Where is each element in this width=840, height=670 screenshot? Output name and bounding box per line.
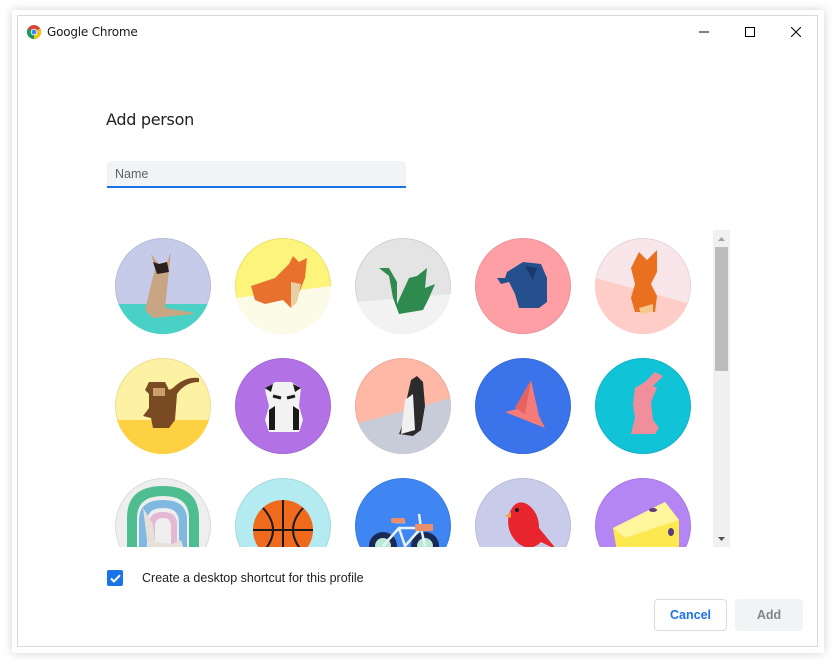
name-input[interactable] (107, 161, 406, 188)
chrome-logo-icon (27, 25, 41, 39)
desktop-shortcut-checkbox[interactable] (107, 570, 123, 586)
dialog-heading: Add person (106, 110, 194, 129)
avatar-grid (115, 238, 691, 547)
illustration-bicycle-icon (369, 513, 439, 547)
arrow-up-icon (718, 236, 725, 241)
maximize-button[interactable] (727, 16, 773, 48)
illustration-cardinal-icon (505, 502, 555, 547)
avatar-origami-fox[interactable] (595, 238, 691, 334)
origami-penguin-icon (355, 376, 451, 454)
checkmark-icon (109, 574, 121, 583)
avatar-illustration-cardinal[interactable] (475, 478, 571, 547)
illustration-cheese-icon (613, 502, 679, 547)
origami-corgi-icon (235, 256, 331, 334)
close-icon (791, 27, 801, 37)
arrow-down-icon (718, 536, 725, 541)
origami-monkey-icon (115, 377, 211, 454)
chrome-add-person-window: Google Chrome Add person Name Create a d… (17, 15, 818, 647)
desktop-shortcut-label: Create a desktop shortcut for this profi… (142, 571, 364, 585)
origami-panda-icon (265, 382, 303, 432)
avatar-origami-unicorn[interactable] (115, 478, 211, 547)
avatar-origami-corgi[interactable] (235, 238, 331, 334)
origami-dragon-icon (355, 268, 451, 334)
avatar-grid-container (106, 230, 730, 547)
avatar-origami-rabbit[interactable] (595, 358, 691, 454)
origami-elephant-icon (497, 262, 547, 308)
avatar-illustration-bicycle[interactable] (355, 478, 451, 547)
minimize-button[interactable] (681, 16, 727, 48)
avatar-origami-cat[interactable] (115, 238, 211, 334)
scroll-up-button[interactable] (713, 230, 730, 247)
add-button[interactable]: Add (735, 599, 803, 631)
avatar-origami-monkey[interactable] (115, 358, 211, 454)
title-bar[interactable]: Google Chrome (18, 16, 817, 48)
cancel-button[interactable]: Cancel (654, 599, 727, 631)
origami-rabbit-icon (631, 372, 663, 434)
avatar-origami-dragon[interactable] (355, 238, 451, 334)
avatar-illustration-basketball[interactable] (235, 478, 331, 547)
window-title: Google Chrome (47, 25, 138, 39)
avatar-origami-panda[interactable] (235, 358, 331, 454)
maximize-icon (745, 27, 755, 37)
avatar-origami-penguin[interactable] (355, 358, 451, 454)
origami-cat-icon (115, 252, 211, 334)
scrollbar-thumb[interactable] (715, 247, 728, 371)
avatar-origami-butterfly[interactable] (475, 358, 571, 454)
origami-butterfly-icon (505, 380, 545, 428)
minimize-icon (699, 31, 709, 33)
illustration-basketball-icon (253, 500, 313, 547)
avatar-illustration-cheese[interactable] (595, 478, 691, 547)
origami-fox-icon (595, 250, 691, 334)
avatar-scrollbar[interactable] (713, 230, 730, 547)
close-button[interactable] (773, 16, 819, 48)
scroll-down-button[interactable] (713, 530, 730, 547)
origami-unicorn-icon (127, 486, 199, 547)
avatar-origami-elephant[interactable] (475, 238, 571, 334)
